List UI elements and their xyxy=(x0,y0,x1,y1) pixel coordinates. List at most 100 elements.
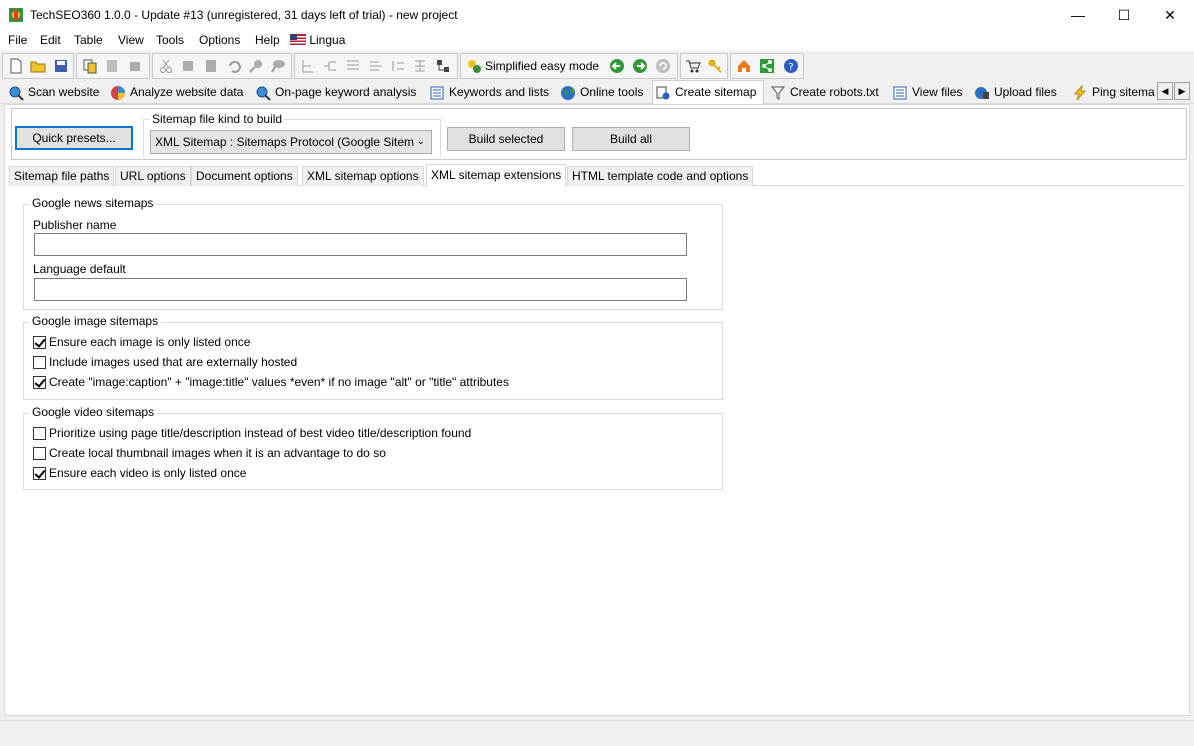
menu-help[interactable]: Help xyxy=(255,33,280,47)
magnifier-icon xyxy=(9,86,24,101)
checkbox[interactable] xyxy=(33,427,46,440)
cut-icon[interactable] xyxy=(158,58,174,74)
tab-label: On-page keyword analysis xyxy=(275,85,417,99)
tab-keywords-and-lists[interactable]: Keywords and lists xyxy=(427,82,553,104)
google-news-section: Google news sitemaps Publisher name Lang… xyxy=(23,196,723,310)
tabs-scroll-left-button[interactable]: ◀ xyxy=(1157,82,1173,100)
tree-merge-icon[interactable] xyxy=(390,58,406,74)
list-icon xyxy=(430,86,444,100)
publisher-name-input[interactable] xyxy=(34,233,687,256)
menu-options[interactable]: Options xyxy=(199,33,240,47)
tab-ping-sitemap[interactable]: Ping sitema xyxy=(1070,82,1156,104)
main-tab-bar: Scan website Analyze website data On-pag… xyxy=(0,80,1194,105)
sitemap-kind-select[interactable]: XML Sitemap : Sitemaps Protocol (Google … xyxy=(150,130,432,154)
checkbox[interactable] xyxy=(33,356,46,369)
tab-create-robots-txt[interactable]: Create robots.txt xyxy=(768,82,886,104)
open-folder-icon[interactable] xyxy=(30,58,46,74)
subtab-xml-sitemap-options[interactable]: XML sitemap options xyxy=(302,166,424,186)
tab-label: Keywords and lists xyxy=(449,85,550,99)
shop-toolbar-group xyxy=(680,53,728,79)
tab-scan-website[interactable]: Scan website xyxy=(6,82,104,104)
help-toolbar-group: ? xyxy=(730,53,804,79)
forward-arrow-icon[interactable] xyxy=(632,58,648,74)
maximize-button[interactable]: ☐ xyxy=(1101,0,1147,31)
subtab-url-options[interactable]: URL options xyxy=(115,166,191,186)
tree-split-icon[interactable] xyxy=(412,58,428,74)
menu-edit[interactable]: Edit xyxy=(40,33,61,47)
minimize-button[interactable]: — xyxy=(1055,0,1101,31)
tab-view-files[interactable]: View files xyxy=(890,82,966,104)
tab-label: Create robots.txt xyxy=(790,85,879,99)
google-news-legend: Google news sitemaps xyxy=(29,196,157,210)
lightning-icon xyxy=(1073,85,1087,101)
menu-view[interactable]: View xyxy=(118,33,144,47)
google-video-legend: Google video sitemaps xyxy=(29,405,158,419)
create-sitemap-panel: Quick presets... Sitemap file kind to bu… xyxy=(4,104,1190,716)
tab-create-sitemap[interactable]: Create sitemap xyxy=(652,80,764,105)
sitemap-kind-value: XML Sitemap : Sitemaps Protocol (Google … xyxy=(155,135,414,149)
tree-collapse-icon[interactable] xyxy=(322,58,338,74)
key-icon[interactable] xyxy=(707,58,723,74)
save-icon[interactable] xyxy=(53,58,69,74)
tabs-scroll-right-button[interactable]: ▶ xyxy=(1174,82,1190,100)
help-icon[interactable]: ? xyxy=(783,58,799,74)
menu-lingua-label: Lingua xyxy=(309,33,346,47)
menu-file[interactable]: File xyxy=(8,33,27,47)
paste-gray-icon[interactable] xyxy=(203,58,219,74)
language-default-label: Language default xyxy=(33,262,126,276)
refresh-icon[interactable] xyxy=(655,58,671,74)
menu-bar: File Edit Table View Tools Options Help … xyxy=(0,31,1194,51)
checkbox-label: Create local thumbnail images when it is… xyxy=(49,446,386,460)
share-icon[interactable] xyxy=(759,58,775,74)
flag-icon xyxy=(290,34,306,45)
home-icon[interactable] xyxy=(736,58,752,74)
menu-lingua[interactable]: Lingua xyxy=(290,33,345,47)
menu-tools[interactable]: Tools xyxy=(156,33,184,47)
new-file-icon[interactable] xyxy=(8,58,24,74)
undo-icon[interactable] xyxy=(226,58,242,74)
status-bar xyxy=(0,720,1194,746)
edit-toolbar-group xyxy=(152,53,292,79)
shopping-cart-icon[interactable] xyxy=(685,58,701,74)
google-image-legend: Google image sitemaps xyxy=(29,314,162,328)
chevron-down-icon: ⌄ xyxy=(416,136,425,147)
subtab-document-options[interactable]: Document options xyxy=(191,166,298,186)
build-selected-button[interactable]: Build selected xyxy=(447,127,565,151)
language-default-input[interactable] xyxy=(34,278,687,301)
tab-label: Analyze website data xyxy=(130,85,244,99)
checkbox[interactable] xyxy=(33,376,46,389)
checkbox[interactable] xyxy=(33,447,46,460)
clean-icon[interactable] xyxy=(127,58,143,74)
subtab-sitemap-file-paths[interactable]: Sitemap file paths xyxy=(9,166,115,186)
comment-icon[interactable] xyxy=(270,58,286,74)
copy-gray-icon[interactable] xyxy=(180,58,196,74)
upload-icon xyxy=(975,87,989,99)
subtab-html-template[interactable]: HTML template code and options xyxy=(567,166,754,186)
simplified-mode-button[interactable]: Simplified easy mode xyxy=(485,59,599,73)
menu-table[interactable]: Table xyxy=(74,33,103,47)
build-options-panel: Quick presets... Sitemap file kind to bu… xyxy=(11,108,1187,160)
back-arrow-icon[interactable] xyxy=(609,58,625,74)
checkbox[interactable] xyxy=(33,336,46,349)
find-icon[interactable] xyxy=(248,58,264,74)
tree-node-icon[interactable] xyxy=(435,58,451,74)
copy-icon[interactable] xyxy=(82,58,98,74)
tree-list-icon[interactable] xyxy=(345,58,361,74)
tree-toolbar-group xyxy=(294,53,458,79)
quick-presets-button[interactable]: Quick presets... xyxy=(15,126,133,150)
tree-expand-icon[interactable] xyxy=(300,58,316,74)
tab-label: Create sitemap xyxy=(675,85,757,99)
tab-label: Ping sitema xyxy=(1092,85,1155,99)
sitemap-icon xyxy=(656,86,670,100)
close-button[interactable]: ✕ xyxy=(1147,0,1193,31)
tab-analyze-website-data[interactable]: Analyze website data xyxy=(108,82,248,104)
build-all-button[interactable]: Build all xyxy=(572,127,690,151)
tab-online-tools[interactable]: Online tools xyxy=(558,82,650,104)
checkbox[interactable] xyxy=(33,467,46,480)
toolbar: Simplified easy mode ? xyxy=(0,53,1194,79)
paste-icon[interactable] xyxy=(104,58,120,74)
tab-upload-files[interactable]: Upload files xyxy=(972,82,1064,104)
tab-on-page-keyword-analysis[interactable]: On-page keyword analysis xyxy=(253,82,423,104)
subtab-xml-sitemap-extensions[interactable]: XML sitemap extensions xyxy=(426,164,567,187)
tree-move-icon[interactable] xyxy=(368,58,384,74)
